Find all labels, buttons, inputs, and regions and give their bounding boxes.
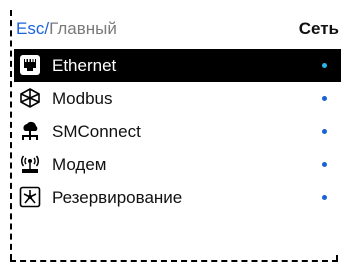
page-title: Сеть [298,19,339,38]
menu-item-smconnect[interactable]: SMConnect [14,115,341,148]
wireless-modem-icon [18,152,42,176]
network-menu-list: Ethernet Modbus SMConnect Модем Резервир… [14,49,341,214]
menu-item-modbus[interactable]: Modbus [14,82,341,115]
menu-item-label: SMConnect [52,121,141,141]
ethernet-port-icon [18,53,42,77]
status-dot [322,63,327,68]
frame-bottom-border [10,260,338,262]
cloud-network-icon [18,119,42,143]
breadcrumb: Esc/Главный [16,19,117,39]
menu-item-label: Ethernet [52,55,117,75]
breadcrumb-current[interactable]: Главный [49,19,117,38]
menu-item-redundancy[interactable]: Резервирование [14,181,341,214]
status-dot [322,195,327,200]
breadcrumb-back-link[interactable]: Esc [16,19,44,38]
status-dot [322,162,327,167]
menu-item-modem[interactable]: Модем [14,148,341,181]
menu-item-label: Резервирование [52,187,183,207]
redundancy-icon [18,185,42,209]
frame-right-corner [336,255,338,261]
status-dot [322,129,327,134]
status-dot [322,96,327,101]
menu-item-label: Modbus [52,88,113,108]
menu-item-label: Модем [52,154,107,174]
header-bar: Esc/Главный Сеть [16,13,341,45]
menu-item-ethernet[interactable]: Ethernet [14,49,341,82]
network-cube-icon [18,86,42,110]
frame-left-border [10,10,12,260]
